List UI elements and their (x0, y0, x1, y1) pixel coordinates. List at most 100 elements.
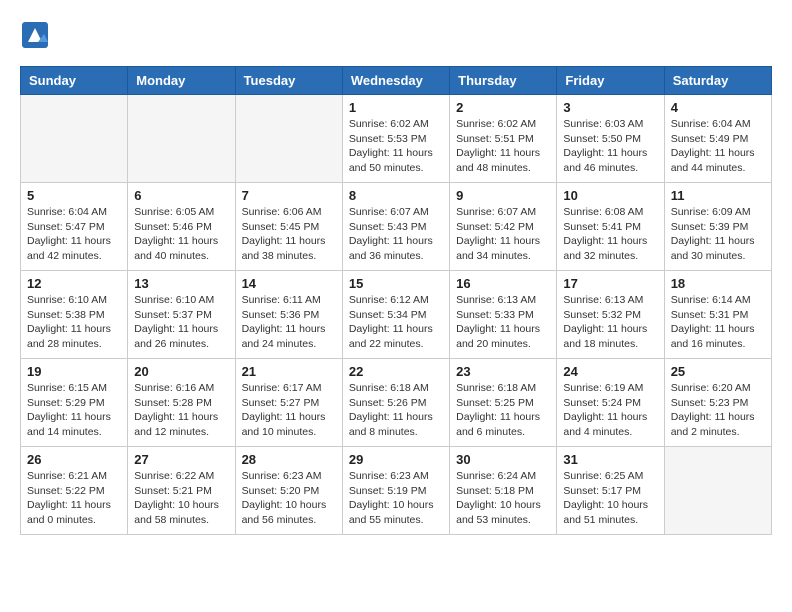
weekday-header-row: SundayMondayTuesdayWednesdayThursdayFrid… (21, 67, 772, 95)
calendar-cell: 2 Sunrise: 6:02 AM Sunset: 5:51 PM Daylig… (450, 95, 557, 183)
day-number: 16 (456, 276, 550, 291)
weekday-header-saturday: Saturday (664, 67, 771, 95)
calendar-cell: 30 Sunrise: 6:24 AM Sunset: 5:18 PM Dayli… (450, 447, 557, 535)
week-row-4: 19 Sunrise: 6:15 AM Sunset: 5:29 PM Dayli… (21, 359, 772, 447)
day-number: 19 (27, 364, 121, 379)
calendar-cell: 20Sunrise: 6:16 AM Sunset: 5:28 PM Dayli… (128, 359, 235, 447)
calendar-cell: 3 Sunrise: 6:03 AM Sunset: 5:50 PM Daylig… (557, 95, 664, 183)
day-info: Sunrise: 6:23 AM Sunset: 5:19 PM Dayligh… (349, 469, 443, 528)
day-info: Sunrise: 6:24 AM Sunset: 5:18 PM Dayligh… (456, 469, 550, 528)
calendar-cell: 5Sunrise: 6:04 AM Sunset: 5:47 PM Daylig… (21, 183, 128, 271)
day-info: Sunrise: 6:20 AM Sunset: 5:23 PM Dayligh… (671, 381, 765, 440)
day-number: 2 (456, 100, 550, 115)
day-number: 12 (27, 276, 121, 291)
weekday-header-tuesday: Tuesday (235, 67, 342, 95)
day-number: 14 (242, 276, 336, 291)
calendar-table: SundayMondayTuesdayWednesdayThursdayFrid… (20, 66, 772, 535)
logo-icon (20, 20, 50, 50)
calendar-cell: 12 Sunrise: 6:10 AM Sunset: 5:38 PM Dayli… (21, 271, 128, 359)
day-info: Sunrise: 6:14 AM Sunset: 5:31 PM Dayligh… (671, 293, 765, 352)
page-header (20, 20, 772, 50)
calendar-cell: 4 Sunrise: 6:04 AM Sunset: 5:49 PM Daylig… (664, 95, 771, 183)
day-number: 9 (456, 188, 550, 203)
day-number: 10 (563, 188, 657, 203)
day-info: Sunrise: 6:17 AM Sunset: 5:27 PM Dayligh… (242, 381, 336, 440)
day-number: 7 (242, 188, 336, 203)
day-info: Sunrise: 6:22 AM Sunset: 5:21 PM Dayligh… (134, 469, 228, 528)
day-info: Sunrise: 6:10 AM Sunset: 5:38 PM Dayligh… (27, 293, 121, 352)
calendar-cell: 24 Sunrise: 6:19 AM Sunset: 5:24 PM Dayli… (557, 359, 664, 447)
day-info: Sunrise: 6:05 AM Sunset: 5:46 PM Dayligh… (134, 205, 228, 264)
day-number: 11 (671, 188, 765, 203)
day-info: Sunrise: 6:11 AM Sunset: 5:36 PM Dayligh… (242, 293, 336, 352)
day-info: Sunrise: 6:15 AM Sunset: 5:29 PM Dayligh… (27, 381, 121, 440)
week-row-3: 12 Sunrise: 6:10 AM Sunset: 5:38 PM Dayli… (21, 271, 772, 359)
calendar-cell (235, 95, 342, 183)
day-number: 25 (671, 364, 765, 379)
logo (20, 20, 54, 50)
day-info: Sunrise: 6:25 AM Sunset: 5:17 PM Dayligh… (563, 469, 657, 528)
day-info: Sunrise: 6:23 AM Sunset: 5:20 PM Dayligh… (242, 469, 336, 528)
calendar-cell: 26 Sunrise: 6:21 AM Sunset: 5:22 PM Dayli… (21, 447, 128, 535)
day-number: 8 (349, 188, 443, 203)
calendar-cell (664, 447, 771, 535)
calendar-cell: 19 Sunrise: 6:15 AM Sunset: 5:29 PM Dayli… (21, 359, 128, 447)
day-number: 29 (349, 452, 443, 467)
calendar-cell: 6Sunrise: 6:05 AM Sunset: 5:46 PM Daylig… (128, 183, 235, 271)
day-info: Sunrise: 6:02 AM Sunset: 5:53 PM Dayligh… (349, 117, 443, 176)
day-info: Sunrise: 6:07 AM Sunset: 5:42 PM Dayligh… (456, 205, 550, 264)
day-number: 24 (563, 364, 657, 379)
calendar-cell: 9 Sunrise: 6:07 AM Sunset: 5:42 PM Daylig… (450, 183, 557, 271)
calendar-cell: 27 Sunrise: 6:22 AM Sunset: 5:21 PM Dayli… (128, 447, 235, 535)
day-info: Sunrise: 6:04 AM Sunset: 5:49 PM Dayligh… (671, 117, 765, 176)
calendar-cell: 17Sunrise: 6:13 AM Sunset: 5:32 PM Dayli… (557, 271, 664, 359)
calendar-cell: 14 Sunrise: 6:11 AM Sunset: 5:36 PM Dayli… (235, 271, 342, 359)
day-info: Sunrise: 6:08 AM Sunset: 5:41 PM Dayligh… (563, 205, 657, 264)
day-info: Sunrise: 6:13 AM Sunset: 5:33 PM Dayligh… (456, 293, 550, 352)
day-number: 23 (456, 364, 550, 379)
calendar-cell: 21Sunrise: 6:17 AM Sunset: 5:27 PM Dayli… (235, 359, 342, 447)
day-number: 27 (134, 452, 228, 467)
day-number: 28 (242, 452, 336, 467)
calendar-cell: 11 Sunrise: 6:09 AM Sunset: 5:39 PM Dayli… (664, 183, 771, 271)
week-row-2: 5Sunrise: 6:04 AM Sunset: 5:47 PM Daylig… (21, 183, 772, 271)
weekday-header-monday: Monday (128, 67, 235, 95)
day-info: Sunrise: 6:19 AM Sunset: 5:24 PM Dayligh… (563, 381, 657, 440)
calendar-cell: 7 Sunrise: 6:06 AM Sunset: 5:45 PM Daylig… (235, 183, 342, 271)
day-number: 26 (27, 452, 121, 467)
weekday-header-sunday: Sunday (21, 67, 128, 95)
day-info: Sunrise: 6:21 AM Sunset: 5:22 PM Dayligh… (27, 469, 121, 528)
day-info: Sunrise: 6:02 AM Sunset: 5:51 PM Dayligh… (456, 117, 550, 176)
day-number: 4 (671, 100, 765, 115)
weekday-header-friday: Friday (557, 67, 664, 95)
week-row-1: 1Sunrise: 6:02 AM Sunset: 5:53 PM Daylig… (21, 95, 772, 183)
day-info: Sunrise: 6:09 AM Sunset: 5:39 PM Dayligh… (671, 205, 765, 264)
day-number: 30 (456, 452, 550, 467)
weekday-header-wednesday: Wednesday (342, 67, 449, 95)
weekday-header-thursday: Thursday (450, 67, 557, 95)
week-row-5: 26 Sunrise: 6:21 AM Sunset: 5:22 PM Dayli… (21, 447, 772, 535)
calendar-cell: 1Sunrise: 6:02 AM Sunset: 5:53 PM Daylig… (342, 95, 449, 183)
calendar-cell (21, 95, 128, 183)
calendar-cell (128, 95, 235, 183)
day-info: Sunrise: 6:03 AM Sunset: 5:50 PM Dayligh… (563, 117, 657, 176)
day-number: 13 (134, 276, 228, 291)
day-info: Sunrise: 6:18 AM Sunset: 5:26 PM Dayligh… (349, 381, 443, 440)
calendar-cell: 15Sunrise: 6:12 AM Sunset: 5:34 PM Dayli… (342, 271, 449, 359)
day-number: 3 (563, 100, 657, 115)
day-info: Sunrise: 6:07 AM Sunset: 5:43 PM Dayligh… (349, 205, 443, 264)
day-number: 31 (563, 452, 657, 467)
day-number: 17 (563, 276, 657, 291)
calendar-cell: 18 Sunrise: 6:14 AM Sunset: 5:31 PM Dayli… (664, 271, 771, 359)
day-number: 18 (671, 276, 765, 291)
calendar-cell: 16 Sunrise: 6:13 AM Sunset: 5:33 PM Dayli… (450, 271, 557, 359)
calendar-cell: 31 Sunrise: 6:25 AM Sunset: 5:17 PM Dayli… (557, 447, 664, 535)
calendar-cell: 29 Sunrise: 6:23 AM Sunset: 5:19 PM Dayli… (342, 447, 449, 535)
day-number: 20 (134, 364, 228, 379)
day-info: Sunrise: 6:06 AM Sunset: 5:45 PM Dayligh… (242, 205, 336, 264)
calendar-cell: 8 Sunrise: 6:07 AM Sunset: 5:43 PM Daylig… (342, 183, 449, 271)
day-info: Sunrise: 6:18 AM Sunset: 5:25 PM Dayligh… (456, 381, 550, 440)
calendar-cell: 13Sunrise: 6:10 AM Sunset: 5:37 PM Dayli… (128, 271, 235, 359)
calendar-cell: 23 Sunrise: 6:18 AM Sunset: 5:25 PM Dayli… (450, 359, 557, 447)
day-number: 22 (349, 364, 443, 379)
